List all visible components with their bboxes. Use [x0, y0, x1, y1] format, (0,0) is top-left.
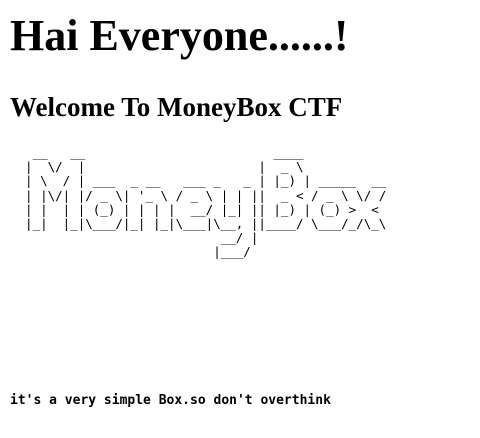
welcome-subheading: Welcome To MoneyBox CTF [10, 92, 343, 122]
hint-text: it's a very simple Box.so don't overthin… [10, 393, 331, 408]
page-heading: Hai Everyone......! [10, 11, 349, 60]
moneybox-ascii-art: __ __ ____ | \/ | | _ \ | \ / | ___ _ __… [25, 145, 387, 260]
